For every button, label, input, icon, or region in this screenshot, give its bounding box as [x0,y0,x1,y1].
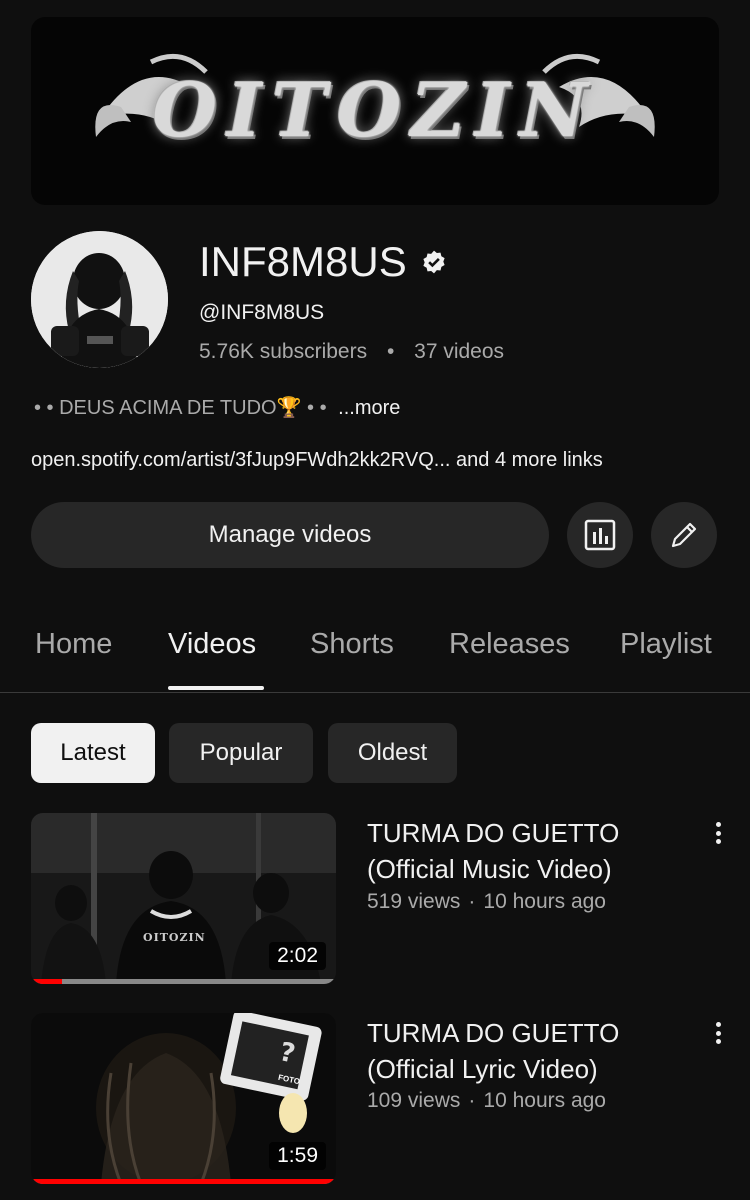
video-title-line2: (Official Lyric Video) [367,1054,598,1084]
spotify-link[interactable]: open.spotify.com/artist/3fJup9FWdh2kk2RV… [31,449,450,471]
watch-progress-bar [31,979,62,984]
analytics-icon [584,519,616,551]
chip-oldest[interactable]: Oldest [328,723,457,783]
stats-separator: • [386,340,395,363]
channel-stats: 5.76K subscribers • 37 videos [199,340,504,364]
banner-logo-text: OITOZIN [152,68,598,154]
subscriber-count: 5.76K subscribers [199,340,368,363]
meta-separator: · [468,1089,476,1112]
more-links-text[interactable]: and 4 more links [456,449,603,471]
video-meta: 519 views · 10 hours ago [367,890,606,914]
video-title-line1: TURMA DO GUETTO [367,1018,620,1048]
description-text: • • DEUS ACIMA DE TUDO🏆 • • [34,397,327,419]
video-duration: 2:02 [269,942,326,970]
channel-handle: @INF8M8US [199,301,325,324]
video-title-line2: (Official Music Video) [367,854,612,884]
tab-shorts[interactable]: Shorts [310,628,394,661]
video-thumbnail[interactable]: OITOZIN 2:02 [31,813,336,984]
channel-tabs: Home Videos Shorts Releases Playlist [0,612,750,693]
verified-badge-icon [423,250,445,274]
more-link[interactable]: ...more [338,397,400,419]
active-tab-indicator [168,686,264,690]
video-title[interactable]: TURMA DO GUETTO (Official Music Video) [367,815,687,887]
video-title[interactable]: TURMA DO GUETTO (Official Lyric Video) [367,1015,687,1087]
tab-playlist[interactable]: Playlist [620,628,712,661]
channel-name-text: INF8M8US [199,238,407,285]
avatar-image [31,231,168,368]
channel-links[interactable]: open.spotify.com/artist/3fJup9FWdh2kk2RV… [31,449,603,472]
more-options-icon[interactable] [708,1018,728,1048]
video-age: 10 hours ago [483,890,606,913]
chip-latest[interactable]: Latest [31,723,155,783]
video-age: 10 hours ago [483,1089,606,1112]
video-views: 109 views [367,1089,461,1112]
edit-channel-button[interactable] [651,502,717,568]
avatar[interactable] [31,231,168,368]
tab-home[interactable]: Home [35,628,112,661]
channel-banner: OITOZIN [31,17,719,205]
video-title-line1: TURMA DO GUETTO [367,818,620,848]
more-options-icon[interactable] [708,818,728,848]
watch-progress-bar [31,1179,336,1184]
watch-progress-track [31,979,336,984]
meta-separator: · [468,890,476,913]
tab-videos[interactable]: Videos [168,628,256,661]
video-thumbnail[interactable]: ? FOTO 1:59 [31,1013,336,1184]
pencil-icon [671,522,697,548]
channel-name: INF8M8US [199,236,447,288]
chip-popular[interactable]: Popular [169,723,313,783]
manage-videos-button[interactable]: Manage videos [31,502,549,568]
video-duration: 1:59 [269,1142,326,1170]
channel-description[interactable]: • • DEUS ACIMA DE TUDO🏆 • • ...more [34,395,400,420]
video-views: 519 views [367,890,461,913]
tab-releases[interactable]: Releases [449,628,570,661]
analytics-button[interactable] [567,502,633,568]
video-count: 37 videos [414,340,505,363]
thumbnail-shirt-text: OITOZIN [143,931,206,944]
video-meta: 109 views · 10 hours ago [367,1089,606,1113]
